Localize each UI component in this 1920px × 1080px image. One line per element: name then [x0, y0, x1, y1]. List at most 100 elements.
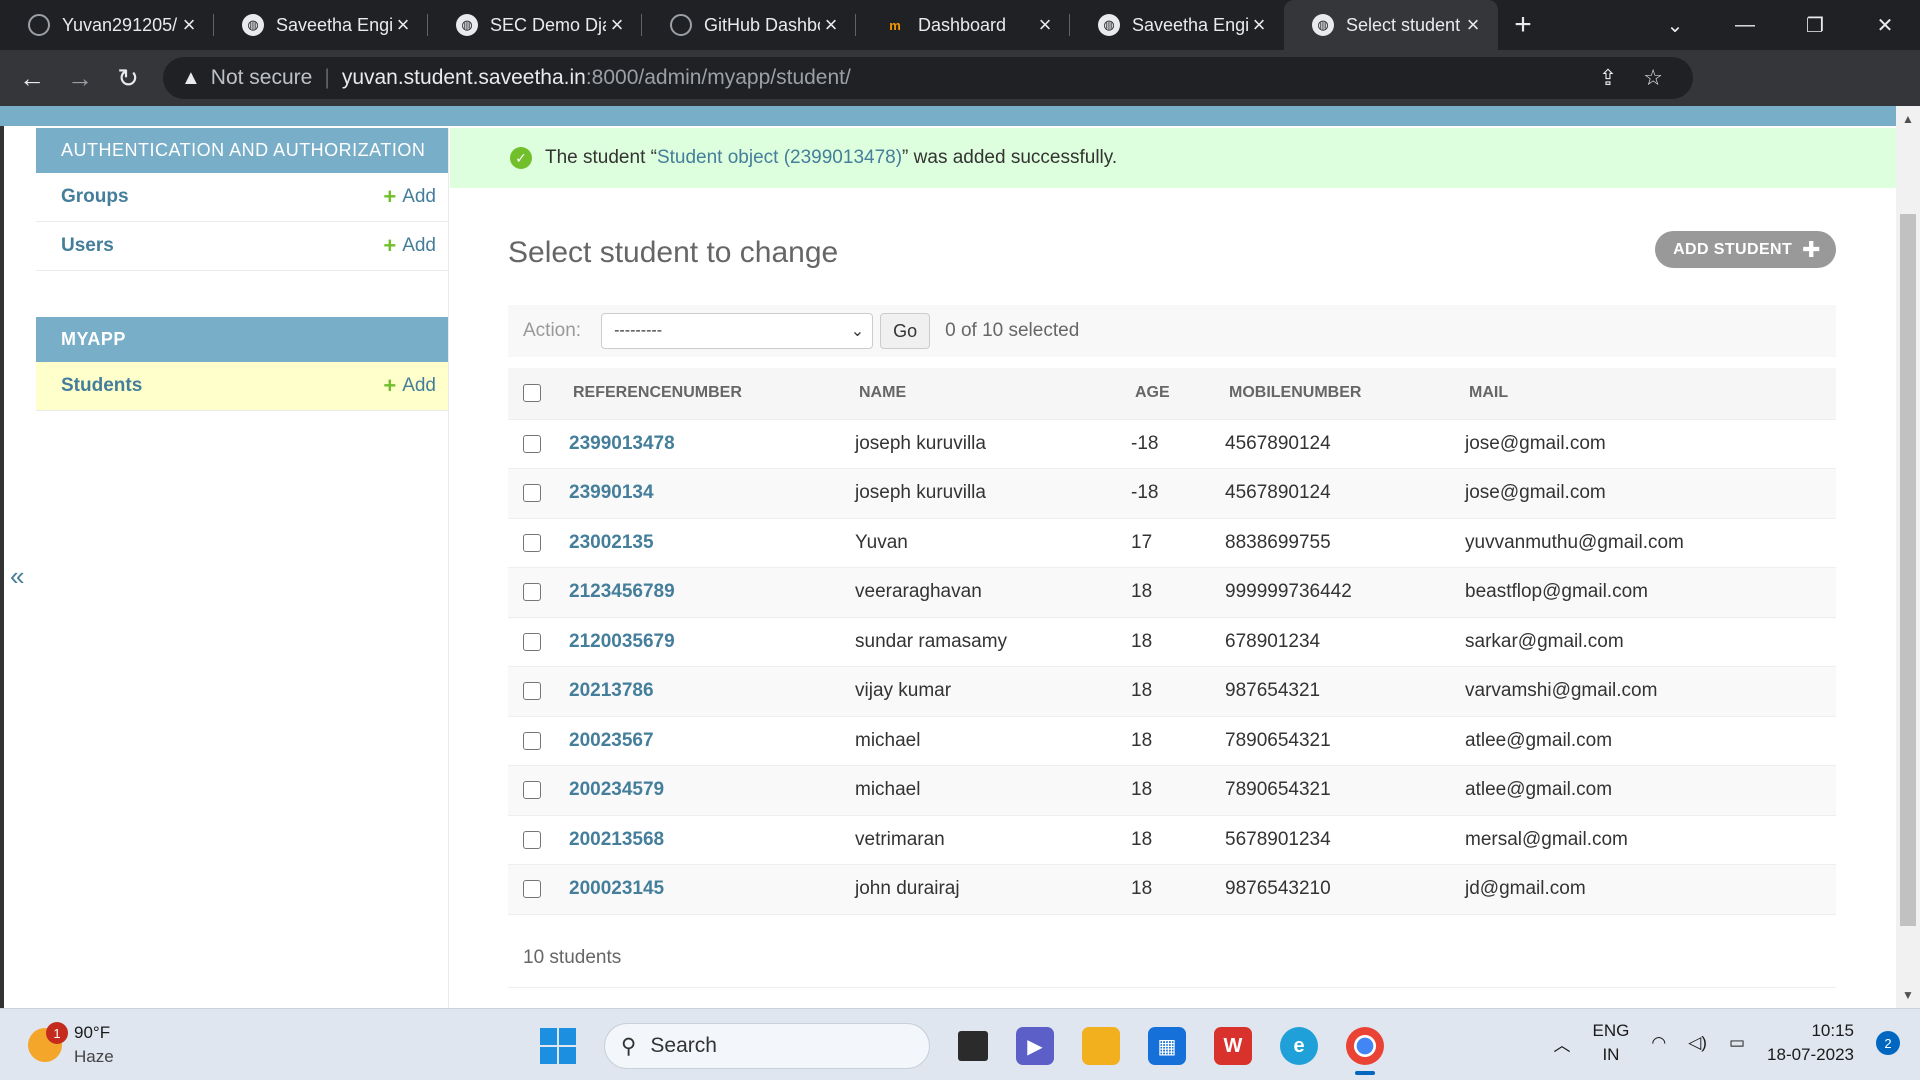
edge-browser-icon[interactable]: e [1280, 1027, 1318, 1065]
reference-link[interactable]: 23002135 [569, 532, 654, 553]
close-tab-icon[interactable]: × [178, 12, 200, 38]
column-header[interactable]: NAME [855, 368, 1131, 420]
github-icon [28, 14, 50, 36]
sidebar-link-groups[interactable]: Groups [61, 186, 129, 208]
add-groups-link[interactable]: + Add [383, 184, 436, 210]
module-caption-myapp[interactable]: MYAPP [36, 317, 448, 362]
add-student-button[interactable]: ADD STUDENT ✚ [1655, 231, 1836, 268]
share-icon[interactable]: ⇪ [1599, 65, 1617, 91]
page-title: Select student to change [508, 236, 839, 269]
wps-office-icon[interactable]: W [1214, 1027, 1252, 1065]
page-scrollbar[interactable]: ▲ ▼ [1896, 106, 1920, 1008]
task-view-icon[interactable] [958, 1031, 988, 1061]
sidebar-collapse-toggle[interactable]: « [10, 561, 24, 592]
security-label[interactable]: Not secure [211, 66, 313, 90]
sidebar-link-students[interactable]: Students [61, 375, 142, 397]
restore-icon[interactable]: ❐ [1780, 13, 1850, 38]
notification-badge[interactable]: 2 [1876, 1031, 1900, 1055]
back-icon[interactable]: ← [8, 63, 56, 94]
row-select-cell [508, 815, 569, 865]
browser-tab[interactable]: ◍ Saveetha Engin × [214, 0, 428, 50]
scroll-down-icon[interactable]: ▼ [1902, 988, 1914, 1002]
forward-icon[interactable]: → [56, 63, 104, 94]
scrollbar-thumb[interactable] [1900, 214, 1916, 926]
row-checkbox[interactable] [523, 583, 541, 602]
module-caption-auth[interactable]: AUTHENTICATION AND AUTHORIZATION [36, 128, 448, 173]
plus-icon: + [383, 184, 397, 209]
table-row: 200213568 vetrimaran 18 5678901234 mersal@gm… [508, 815, 1836, 865]
close-tab-icon[interactable]: × [820, 12, 842, 38]
cell-reference: 200213568 [569, 815, 855, 865]
go-button[interactable]: Go [880, 313, 931, 349]
action-select[interactable]: --------- ⌄ [601, 313, 874, 349]
close-window-icon[interactable]: ✕ [1850, 13, 1920, 38]
reload-icon[interactable]: ↻ [104, 63, 152, 94]
address-bar[interactable]: ▲ Not secure | yuvan.student.saveetha.in… [163, 57, 1693, 99]
reference-link[interactable]: 200213568 [569, 829, 664, 850]
close-tab-icon[interactable]: × [1462, 12, 1484, 38]
battery-icon[interactable]: ▭ [1729, 1033, 1745, 1053]
reference-link[interactable]: 200234579 [569, 779, 664, 800]
row-checkbox[interactable] [523, 632, 541, 651]
bookmark-star-icon[interactable]: ☆ [1643, 65, 1663, 91]
microsoft-store-icon[interactable]: ▦ [1148, 1027, 1186, 1065]
tab-title: SEC Demo Djar [490, 14, 606, 35]
browser-tab-active[interactable]: ◍ Select student × [1284, 0, 1498, 50]
weather-temp: 90°F [74, 1023, 111, 1042]
sidebar-item-groups: Groups + Add [36, 173, 448, 222]
warning-icon[interactable]: ▲ [181, 67, 201, 90]
taskbar-search[interactable]: ⚲ Search [604, 1023, 930, 1069]
chevron-up-icon[interactable]: ︿ [1554, 1031, 1571, 1056]
reference-link[interactable]: 200023145 [569, 878, 664, 899]
chrome-browser-icon[interactable] [1346, 1027, 1384, 1075]
add-students-link[interactable]: + Add [383, 373, 436, 399]
teams-chat-icon[interactable]: ▶ [1016, 1027, 1054, 1065]
browser-tab[interactable]: GitHub Dashbo × [642, 0, 856, 50]
browser-tab[interactable]: Yuvan291205/ × [0, 0, 214, 50]
add-users-link[interactable]: + Add [383, 233, 436, 259]
column-header[interactable]: MAIL [1465, 368, 1836, 420]
cell-name: vetrimaran [855, 815, 1131, 865]
wifi-icon[interactable]: ◠ [1651, 1033, 1666, 1053]
row-checkbox[interactable] [523, 533, 541, 552]
cell-name: joseph kuruvilla [855, 468, 1131, 519]
row-checkbox[interactable] [523, 434, 541, 453]
row-checkbox[interactable] [523, 484, 541, 503]
language-indicator[interactable]: ENG IN [1593, 1019, 1630, 1067]
column-header[interactable]: REFERENCENUMBER [569, 368, 855, 420]
close-tab-icon[interactable]: × [1034, 12, 1056, 38]
close-tab-icon[interactable]: × [606, 12, 628, 38]
close-tab-icon[interactable]: × [392, 12, 414, 38]
browser-tab[interactable]: ◍ SEC Demo Djar × [428, 0, 642, 50]
clock[interactable]: 10:15 18-07-2023 [1767, 1019, 1854, 1067]
column-header[interactable]: AGE [1131, 368, 1225, 420]
new-tab-button[interactable]: + [1498, 0, 1548, 50]
reference-link[interactable]: 2120035679 [569, 631, 675, 652]
scroll-up-icon[interactable]: ▲ [1902, 112, 1914, 126]
reference-link[interactable]: 20023567 [569, 730, 654, 751]
file-explorer-icon[interactable] [1082, 1027, 1120, 1065]
windows-start-icon[interactable] [540, 1028, 576, 1064]
weather-widget[interactable]: 1 90°F Haze [28, 1021, 114, 1069]
row-checkbox[interactable] [523, 731, 541, 750]
message-object-link[interactable]: Student object (2399013478) [657, 147, 902, 168]
reference-link[interactable]: 2399013478 [569, 433, 675, 454]
cell-reference: 23002135 [569, 518, 855, 568]
select-all-checkbox[interactable] [523, 384, 541, 403]
row-checkbox[interactable] [523, 880, 541, 899]
volume-icon[interactable]: ◁) [1688, 1033, 1707, 1053]
tab-search-icon[interactable]: ⌄ [1640, 13, 1710, 38]
minimize-icon[interactable]: — [1710, 14, 1780, 37]
weather-sun-icon: 1 [28, 1022, 68, 1062]
column-header[interactable]: MOBILENUMBER [1225, 368, 1465, 420]
browser-tab[interactable]: m Dashboard × [856, 0, 1070, 50]
reference-link[interactable]: 2123456789 [569, 581, 675, 602]
browser-tab[interactable]: ◍ Saveetha Engin × [1070, 0, 1284, 50]
row-checkbox[interactable] [523, 781, 541, 800]
row-checkbox[interactable] [523, 830, 541, 849]
sidebar-link-users[interactable]: Users [61, 235, 114, 257]
reference-link[interactable]: 23990134 [569, 482, 654, 503]
row-checkbox[interactable] [523, 682, 541, 701]
close-tab-icon[interactable]: × [1248, 12, 1270, 38]
reference-link[interactable]: 20213786 [569, 680, 654, 701]
